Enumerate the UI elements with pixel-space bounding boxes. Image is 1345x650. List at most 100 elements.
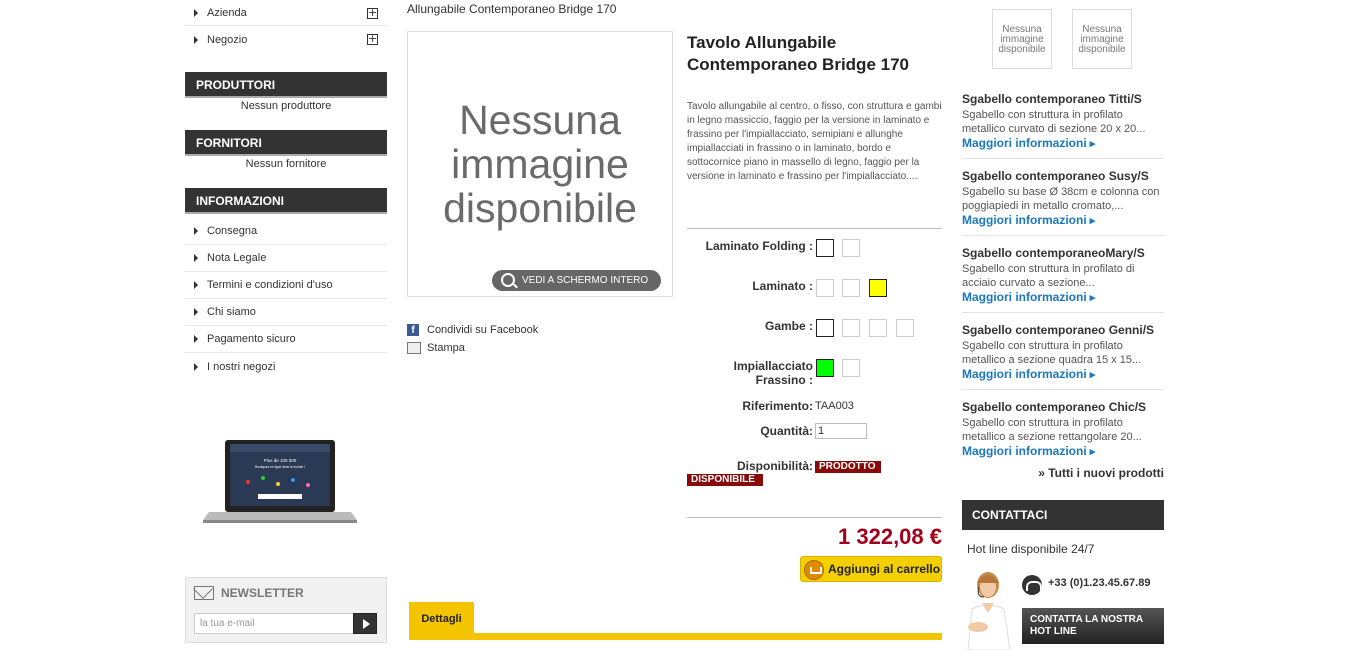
newsletter-submit-button[interactable] xyxy=(353,613,377,634)
new-product-desc: Sgabello su base Ø 38cm e colonna con po… xyxy=(962,186,1160,212)
swatch[interactable] xyxy=(842,319,860,337)
nav-item-azienda[interactable]: Azienda + xyxy=(185,0,387,26)
cart-icon xyxy=(804,560,824,580)
product-description: Tavolo allungabile al centro, o fisso, c… xyxy=(687,101,942,182)
contact-button-line1: CONTATTA LA NOSTRA xyxy=(1030,614,1144,625)
info-item-consegna[interactable]: Consegna xyxy=(185,218,387,245)
product-title: Tavolo Allungabile Contemporaneo Bridge … xyxy=(687,33,909,74)
more-info-link[interactable]: Maggiori informazioni xyxy=(962,367,1164,382)
arrow-right-icon xyxy=(194,281,198,289)
product-price: 1 322,08 € xyxy=(838,524,942,549)
more-info-link[interactable]: Maggiori informazioni xyxy=(962,136,1164,151)
fullscreen-button[interactable]: VEDI A SCHERMO INTERO xyxy=(492,270,661,291)
reference-value: TAA003 xyxy=(815,400,854,412)
print-link[interactable]: Stampa xyxy=(407,339,538,357)
new-product-item: Sgabello contemporaneo Titti/S Sgabello … xyxy=(962,92,1164,159)
info-item-pagamento[interactable]: Pagamento sicuro xyxy=(185,326,387,353)
zoom-icon xyxy=(501,273,515,287)
nav-item-negozio[interactable]: Negozio + xyxy=(185,26,387,54)
nav-item-label: Azienda xyxy=(207,6,247,19)
new-product-title[interactable]: Sgabello contemporaneo Chic/S xyxy=(962,400,1164,414)
add-to-cart-label: Aggiungi al carrello xyxy=(828,562,941,576)
info-item-termini[interactable]: Termini e condizioni d'uso xyxy=(185,272,387,299)
swatch[interactable] xyxy=(896,319,914,337)
share-links: f Condividi su Facebook Stampa xyxy=(407,321,538,357)
tab-details[interactable]: Dettagli xyxy=(409,602,474,634)
contact-hotline-button[interactable]: CONTATTA LA NOSTRA HOT LINE xyxy=(1022,608,1164,644)
laptop-promo-image[interactable]: Plus de 100 000 Boutiques en ligne dans … xyxy=(203,440,357,524)
arrow-right-icon xyxy=(194,308,198,316)
contact-title: CONTATTACI xyxy=(962,500,1164,530)
more-info-link[interactable]: Maggiori informazioni xyxy=(962,213,1164,228)
new-product-title[interactable]: Sgabello contemporaneo Genni/S xyxy=(962,323,1164,337)
thumb-no-image[interactable]: Nessuna immagine disponibile xyxy=(992,9,1052,69)
swatch[interactable] xyxy=(816,279,834,297)
arrow-right-icon xyxy=(194,254,198,262)
info-item-label: Chi siamo xyxy=(207,306,256,318)
newsletter-title: NEWSLETTER xyxy=(221,586,304,600)
info-item-nota-legale[interactable]: Nota Legale xyxy=(185,245,387,272)
arrow-right-icon xyxy=(194,362,198,371)
contact-button-line2: HOT LINE xyxy=(1030,626,1077,637)
phone-icon xyxy=(1022,575,1042,595)
page: Azienda + Negozio + PRODUTTORI Nessun pr… xyxy=(0,0,1345,650)
availability-label: Disponibilità: xyxy=(737,459,813,473)
swatch[interactable] xyxy=(869,279,887,297)
new-product-title[interactable]: Sgabello contemporaneo Titti/S xyxy=(962,92,1164,106)
laptop-screen-subline: Boutiques en ligne dans le monde ! xyxy=(255,465,305,469)
swatch[interactable] xyxy=(816,239,834,257)
swatch[interactable] xyxy=(816,319,834,337)
newsletter-email-input[interactable]: la tua e-mail xyxy=(194,613,354,634)
info-item-negozi[interactable]: I nostri negozi xyxy=(185,353,387,380)
arrow-right-icon xyxy=(194,335,198,343)
info-item-label: I nostri negozi xyxy=(207,360,276,373)
arrow-right-icon xyxy=(194,36,198,44)
swatch[interactable] xyxy=(842,239,860,257)
swatch[interactable] xyxy=(842,279,860,297)
product-image[interactable]: Nessuna immagine disponibile VEDI A SCHE… xyxy=(407,31,673,297)
expand-plus-icon[interactable]: + xyxy=(367,33,378,45)
arrow-right-icon xyxy=(194,227,198,235)
expand-plus-icon[interactable]: + xyxy=(367,7,378,19)
new-product-title[interactable]: Sgabello contemporaneoMary/S xyxy=(962,246,1164,260)
nav-item-label: Negozio xyxy=(207,34,248,46)
new-product-item: Sgabello contemporaneoMary/S Sgabello co… xyxy=(962,246,1164,313)
hotline-text: Hot line disponibile 24/7 xyxy=(967,542,1095,556)
availability-badge: PRODOTTO xyxy=(815,461,881,473)
info-item-label: Nota Legale xyxy=(207,252,267,264)
more-info-link[interactable]: Maggiori informazioni xyxy=(962,290,1164,305)
more-info-link[interactable]: Maggiori informazioni xyxy=(962,444,1164,459)
arrow-right-icon xyxy=(194,8,198,17)
manufacturers-empty: Nessun produttore xyxy=(240,100,332,112)
phone-number: +33 (0)1.23.45.67.89 xyxy=(1048,577,1151,589)
quantity-input[interactable]: 1 xyxy=(815,423,867,439)
availability-badge-2: DISPONIBILE xyxy=(687,474,763,486)
reference-label: Riferimento: xyxy=(742,399,813,413)
attr-label-laminato-folding: Laminato Folding : xyxy=(705,239,813,253)
divider xyxy=(687,228,942,229)
new-product-item: Sgabello contemporaneo Susy/S Sgabello s… xyxy=(962,169,1164,236)
info-item-chi-siamo[interactable]: Chi siamo xyxy=(185,299,387,326)
attr-label-impiallacciato: Impiallacciato Frassino : xyxy=(733,359,813,387)
add-to-cart-button[interactable]: Aggiungi al carrello xyxy=(800,556,942,582)
fullscreen-label: VEDI A SCHERMO INTERO xyxy=(522,275,649,286)
new-product-title[interactable]: Sgabello contemporaneo Susy/S xyxy=(962,169,1164,183)
breadcrumb: Allungabile Contemporaneo Bridge 170 xyxy=(407,2,617,16)
new-product-desc: Sgabello con struttura in profilato meta… xyxy=(962,109,1146,135)
divider xyxy=(687,517,942,518)
swatch[interactable] xyxy=(842,359,860,377)
new-product-desc: Sgabello con struttura in profilato meta… xyxy=(962,417,1142,443)
share-facebook-link[interactable]: f Condividi su Facebook xyxy=(407,321,538,339)
new-product-item: Sgabello contemporaneo Genni/S Sgabello … xyxy=(962,323,1164,390)
thumb-no-image[interactable]: Nessuna immagine disponibile xyxy=(1072,9,1132,69)
manufacturers-title: PRODUTTORI xyxy=(185,72,387,98)
left-column: Azienda + Negozio + PRODUTTORI Nessun pr… xyxy=(185,0,387,643)
swatch[interactable] xyxy=(816,359,834,377)
swatch[interactable] xyxy=(869,319,887,337)
laptop-screen-headline: Plus de 100 000 xyxy=(264,458,297,463)
share-facebook-label: Condividi su Facebook xyxy=(427,324,539,336)
all-new-products-link[interactable]: » Tutti i nuovi prodotti xyxy=(962,466,1164,480)
info-title: INFORMAZIONI xyxy=(185,188,387,214)
new-product-desc: Sgabello con struttura in profilato di a… xyxy=(962,263,1135,289)
tab-bar xyxy=(409,633,942,640)
